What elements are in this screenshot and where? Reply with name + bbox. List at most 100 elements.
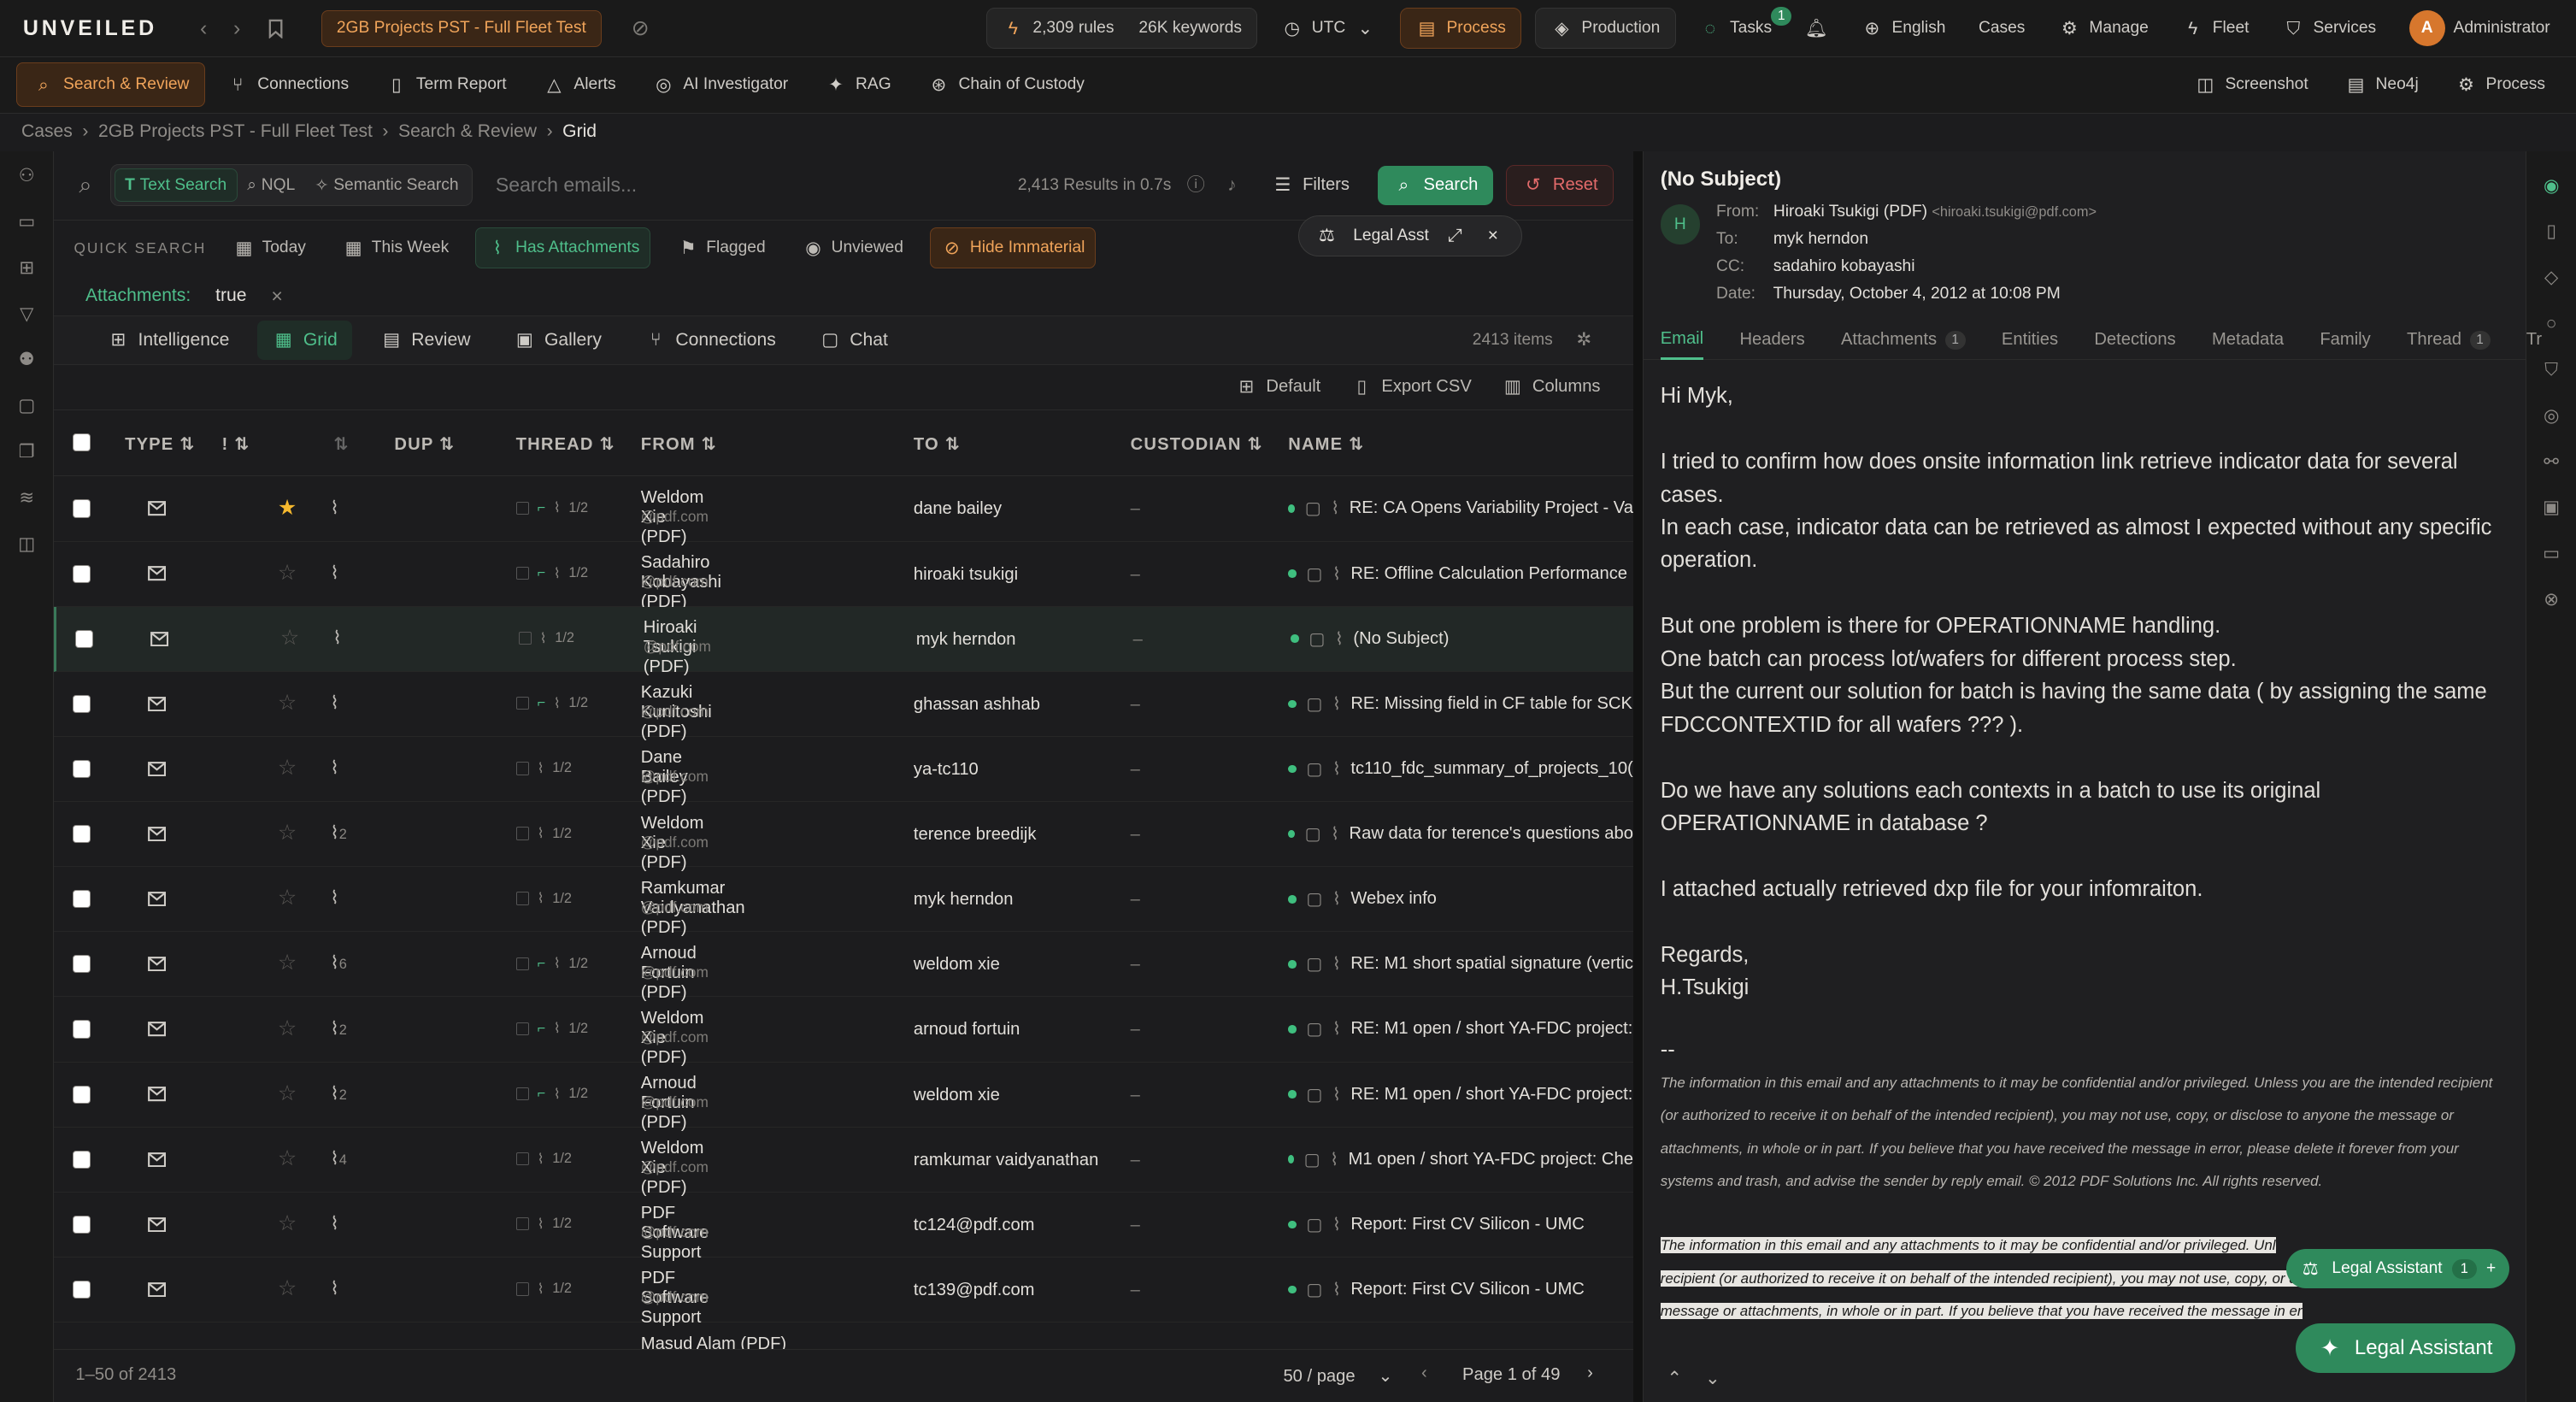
table-row[interactable]: ★ ⌇ ⌐ ⌇ 1/2 Weldom Xie (PDF) @pdf.com dane bail… [54,476,1633,546]
per-page-select[interactable]: 50 / page ⌄ [1283,1365,1392,1387]
name-cell[interactable]: ▢ ⌇ RE: M1 open / short YA-FDC project: [1288,1018,1633,1040]
next-page-icon[interactable]: › [1587,1364,1593,1383]
process-nav-button[interactable]: ⚙ Process [2440,63,2561,106]
col-type[interactable]: TYPE ⇅ [125,433,195,455]
name-cell[interactable]: ▢ ⌇ M1 open / short YA-FDC project: Che [1288,1149,1633,1170]
file-icon[interactable]: ▯ [2540,221,2563,244]
thread-cell[interactable]: ⌐ ⌇ 1/2 [515,565,588,582]
copy-icon[interactable]: ❐ [15,440,38,463]
table-row[interactable]: ☆ ⌇4 ⌇ 1/2 Weldom Xie (PDF) @pdf.com ramkumar … [54,1128,1633,1197]
legal-assistant-button[interactable]: ✦ Legal Assistant [2295,1322,2516,1374]
row-checkbox[interactable] [72,499,91,518]
rules-pill[interactable]: ϟ 2,309 rules 26K keywords [985,8,1258,50]
eye-icon[interactable]: ◉ [2540,174,2563,197]
thread-cell[interactable]: ⌐ ⌇ 1/2 [515,695,588,712]
timezone-select[interactable]: ◷ UTC ⌄ [1271,17,1387,40]
process-button[interactable]: ▤ Process [1399,8,1522,50]
thread-cell[interactable]: ⌐ ⌇ 1/2 [515,955,588,972]
row-checkbox[interactable] [72,759,91,779]
camera-icon[interactable]: ◫ [15,533,38,556]
services-link[interactable]: ⛉ Services [2272,17,2385,40]
table-row[interactable]: ☆ ⌇ ⌐ ⌇ 1/2 Kazuki Kunitoshi (PDF) @pdf.com gha… [54,672,1633,741]
table-row[interactable]: ☆ ⌇ ⌇ 1/2 PDF Software Support @pdf.com tc124@… [54,1193,1633,1262]
tab-term-report[interactable]: ▯ Term Report [370,63,521,106]
language-select[interactable]: ⊕ English [1850,17,1956,40]
layers-icon[interactable]: ≋ [15,486,38,510]
tab-detections[interactable]: Detections [2094,321,2175,360]
thread-cell[interactable]: ⌐ ⌇ 1/2 [515,499,588,516]
tab-attachments[interactable]: Attachments 1 [1841,321,1966,360]
tab-gallery[interactable]: ▣ Gallery [498,321,616,360]
notifications-button[interactable]: 🔔︎ [1795,17,1838,40]
network-icon[interactable]: ⚯ [2540,451,2563,474]
col-to[interactable]: TO ⇅ [914,433,961,455]
pane-resizer[interactable] [1632,150,1644,1402]
close-icon[interactable]: × [1481,224,1504,247]
table-row[interactable]: ☆ ⌇2 ⌐ ⌇ 1/2 Arnoud Fortuin (PDF) @pdf.com weld… [54,1063,1633,1132]
quick-unviewed[interactable]: ◉ Unviewed [791,228,913,268]
row-checkbox[interactable] [74,629,93,648]
tab-connections-view[interactable]: ⑂ Connections [630,321,791,360]
columns-button[interactable]: ▥ Columns [1501,375,1601,398]
comment-icon[interactable]: ○ [2540,312,2563,335]
row-checkbox[interactable] [72,1085,91,1104]
col-thread[interactable]: THREAD ⇅ [516,433,615,455]
name-cell[interactable]: ▢ ⌇ RE: Offline Calculation Performance [1288,563,1633,585]
default-view-button[interactable]: ⊞ Default [1235,375,1320,398]
filter-icon[interactable]: ▽ [15,303,38,326]
name-cell[interactable]: ▢ ⌇ RE: CA Opens Variability Project - Va [1288,498,1633,519]
tab-email[interactable]: Email [1660,321,1704,360]
name-cell[interactable]: ▢ ⌇ Report: First CV Silicon - UMC [1288,1214,1633,1235]
name-cell[interactable]: ▢ ⌇ Raw data for terence's questions abo [1288,823,1633,845]
col-custodian[interactable]: CUSTODIAN ⇅ [1131,433,1263,455]
reset-button[interactable]: ↺ Reset [1506,164,1614,206]
thread-cell[interactable]: ⌇ 1/2 [515,825,572,842]
back-arrow-icon[interactable]: ‹ [200,16,207,41]
col-from[interactable]: FROM ⇅ [641,433,717,455]
search-button[interactable]: ⌕ Search [1377,165,1493,205]
folder-icon[interactable]: ▭ [2540,542,2563,565]
quick-has-attachments[interactable]: ⌇ Has Attachments [474,227,650,269]
tab-chain-of-custody[interactable]: ⊛ Chain of Custody [913,63,1100,106]
tab-thread[interactable]: Thread 1 [2407,321,2491,360]
forward-arrow-icon[interactable]: › [233,16,240,41]
screenshot-button[interactable]: ◫ Screenshot [2179,63,2323,106]
crumb-case[interactable]: 2GB Projects PST - Full Fleet Test [98,121,373,142]
table-row[interactable]: ☆ ⌇2 ⌐ ⌇ 1/2 Weldom Xie (PDF) @pdf.com arnoud f… [54,997,1633,1067]
table-row[interactable]: ☆ ⌇6 ⌐ ⌇ 1/2 Arnoud Fortuin (PDF) @pdf.com weld… [54,932,1633,1002]
table-row[interactable]: ☆ ⌇ ⌇ 1/2 PDF Software Support @pdf.com tc139@… [54,1258,1633,1327]
name-cell[interactable]: ▢ ⌇ RE: M1 open / short YA-FDC project: [1288,1084,1633,1105]
row-checkbox[interactable] [72,1280,91,1299]
legal-assistant-float[interactable]: ⚖ Legal Asst ⤢ × [1297,215,1522,256]
table-row[interactable]: ☆ ⌇ ⌇ 1/2 Ramkumar Vaidyanathan (PDF) @pdf.co… [54,867,1633,937]
row-checkbox[interactable] [72,564,91,583]
row-checkbox[interactable] [72,1020,91,1039]
table-row[interactable]: ☆ ⌇ ⌇ 1/2 Dane Bailey (PDF) @pdf.com ya-tc110–… [54,737,1633,806]
help-icon[interactable]: ⓘ [1185,174,1208,197]
tab-intelligence[interactable]: ⊞ Intelligence [92,321,244,360]
crumb-search[interactable]: Search & Review [398,121,537,142]
production-button[interactable]: ◈ Production [1534,8,1676,50]
tab-review[interactable]: ▤ Review [365,321,485,360]
table-row[interactable]: ☆ ⌇2 ⌇ 1/2 Weldom Xie (PDF) @pdf.com terence b… [54,802,1633,872]
name-cell[interactable]: ▢ ⌇ (No Subject) [1291,628,1636,650]
user-search-icon[interactable]: ⚇ [15,164,38,187]
row-checkbox[interactable] [72,1150,91,1169]
col-dup[interactable]: DUP ⇅ [394,433,455,455]
prev-page-icon[interactable]: ‹ [1421,1364,1427,1383]
users-icon[interactable]: ⚉ [15,348,38,371]
thread-cell[interactable]: ⌇ 1/2 [515,890,572,907]
message-icon[interactable]: ▢ [15,394,38,417]
select-all-checkbox[interactable] [72,433,91,451]
quick-today[interactable]: ▦ Today [222,228,315,268]
bookmark-icon[interactable] [267,19,285,38]
col-flag[interactable]: ! ⇅ [222,433,250,455]
thread-cell[interactable]: ⌐ ⌇ 1/2 [515,1086,588,1103]
mode-text-search[interactable]: T Text Search [114,168,238,203]
tab-truncated[interactable]: Tr [2526,321,2542,360]
name-cell[interactable]: ▢ ⌇ RE: M1 short spatial signature (vertic [1288,953,1633,975]
legal-assistant-chip[interactable]: ⚖ Legal Assistant 1 + [2285,1249,2509,1289]
tab-alerts[interactable]: △ Alerts [528,63,631,106]
thread-cell[interactable]: ⌇ 1/2 [515,1151,572,1168]
crumb-cases[interactable]: Cases [21,121,73,142]
